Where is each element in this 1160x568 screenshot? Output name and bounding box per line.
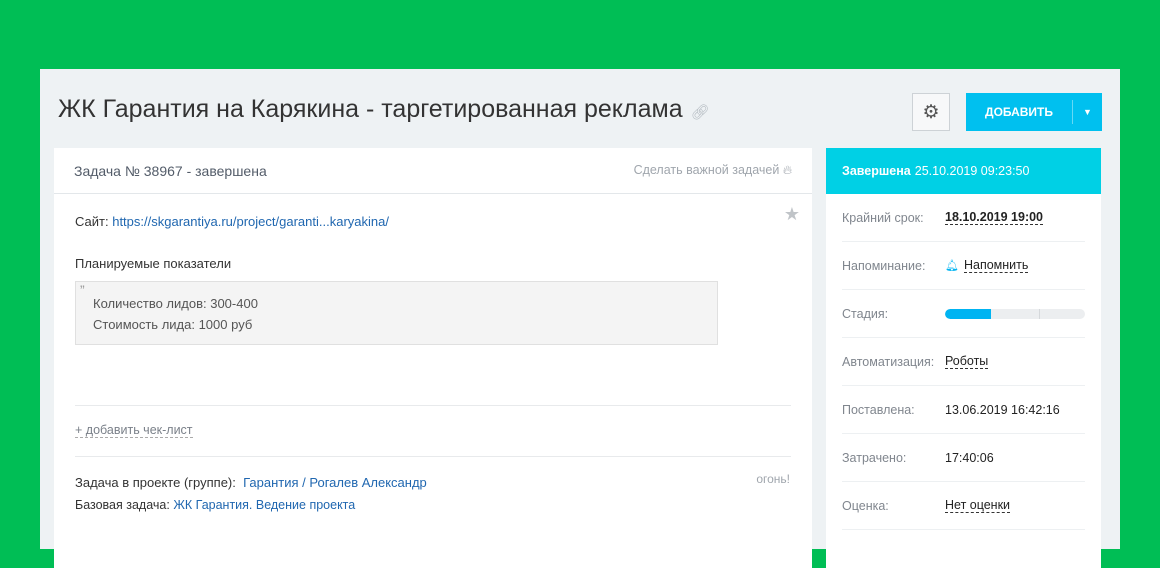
gear-icon: ⚙ [922, 101, 940, 123]
deadline-row: Крайний срок: 18.10.2019 19:00 [842, 194, 1085, 242]
quote-line: Стоимость лида: 1000 руб [93, 317, 253, 332]
created-row: Поставлена: 13.06.2019 16:42:16 [842, 386, 1085, 434]
page-title: ЖК Гарантия на Карякина - таргетированна… [58, 95, 710, 124]
project-info: Задача в проекте (группе): Гарантия / Ро… [54, 457, 812, 512]
status-header: Завершена 25.10.2019 09:23:50 [826, 148, 1101, 194]
reminder-label: Напоминание: [842, 258, 926, 273]
base-task-link[interactable]: ЖК Гарантия. Ведение проекта [173, 498, 355, 512]
task-description: Сайт: https://skgarantiya.ru/project/gar… [54, 194, 812, 365]
quote-block: ” Количество лидов: 300-400 Стоимость ли… [75, 281, 718, 345]
spent-label: Затрачено: [842, 450, 907, 465]
task-header: Задача № 38967 - завершена Сделать важно… [54, 148, 812, 194]
site-link[interactable]: https://skgarantiya.ru/project/garanti..… [112, 214, 389, 229]
quote-line: Количество лидов: 300-400 [93, 296, 258, 311]
star-icon[interactable]: ★ [784, 204, 800, 225]
automation-link[interactable]: Роботы [945, 354, 989, 369]
chevron-down-icon[interactable]: ▼ [1073, 107, 1102, 117]
title-text: ЖК Гарантия на Карякина - таргетированна… [58, 95, 683, 123]
automation-row: Автоматизация: Роботы [842, 338, 1085, 386]
site-label: Сайт: [75, 214, 109, 229]
reminder-link[interactable]: Напомнить [963, 258, 1029, 273]
created-label: Поставлена: [842, 402, 915, 417]
spent-row: Затрачено: 17:40:06 [842, 434, 1085, 482]
created-value: 13.06.2019 16:42:16 [945, 402, 1060, 417]
note-text: огонь! [756, 472, 790, 486]
quote-icon: ” [80, 282, 85, 298]
deadline-value[interactable]: 18.10.2019 19:00 [945, 210, 1044, 225]
status-text: Завершена [842, 164, 911, 178]
rating-label: Оценка: [842, 498, 889, 513]
make-important-button[interactable]: Сделать важной задачей 🔥︎ [634, 163, 792, 178]
spent-value: 17:40:06 [945, 450, 994, 465]
make-important-label: Сделать важной задачей [633, 163, 780, 177]
task-sidebar: Завершена 25.10.2019 09:23:50 Крайний сро… [826, 148, 1101, 568]
status-date: 25.10.2019 09:23:50 [914, 164, 1030, 178]
base-task-label: Базовая задача: [75, 498, 170, 512]
stage-progress-fill [945, 308, 992, 319]
settings-button[interactable]: ⚙ [912, 93, 950, 131]
automation-label: Автоматизация: [842, 354, 935, 369]
project-label: Задача в проекте (группе): [75, 475, 236, 490]
rating-row: Оценка: Нет оценки [842, 482, 1085, 530]
fire-icon: 🔥︎ [782, 163, 792, 177]
stage-separator [1039, 308, 1040, 319]
planned-heading: Планируемые показатели [75, 256, 232, 271]
task-panel: ЖК Гарантия на Карякина - таргетированна… [40, 69, 1120, 568]
add-button[interactable]: ДОБАВИТЬ ▼ [966, 93, 1102, 131]
task-heading: Задача № 38967 - завершена [74, 162, 267, 179]
rating-link[interactable]: Нет оценки [945, 498, 1011, 513]
stage-progress[interactable] [945, 308, 1085, 319]
stage-label: Стадия: [842, 306, 889, 321]
add-checklist-link[interactable]: + добавить чек-лист [75, 423, 193, 438]
project-link[interactable]: Гарантия / Рогалев Александр [243, 475, 427, 490]
deadline-label: Крайний срок: [842, 210, 924, 225]
add-label: ДОБАВИТЬ [985, 105, 1053, 119]
task-card: Задача № 38967 - завершена Сделать важно… [54, 148, 812, 568]
stage-row: Стадия: [842, 290, 1085, 338]
bell-icon: 🔔︎ [945, 260, 959, 272]
reminder-row: Напоминание: 🔔︎ Напомнить [842, 242, 1085, 290]
link-icon[interactable]: 🔗︎ [691, 104, 710, 121]
